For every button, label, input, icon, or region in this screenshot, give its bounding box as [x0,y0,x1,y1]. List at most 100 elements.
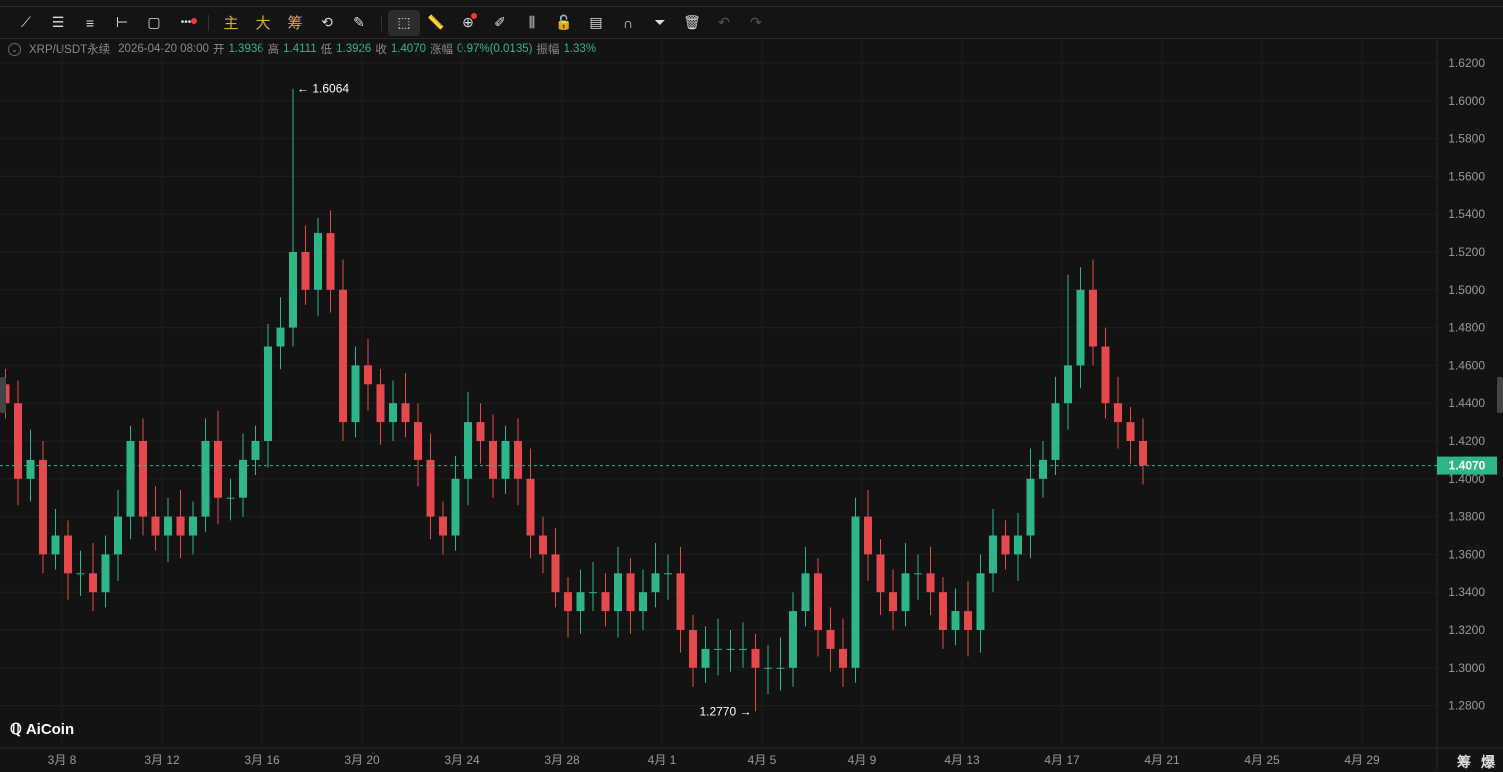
pen-magnet-icon[interactable]: ✎ [343,10,375,36]
candle-body [964,611,972,630]
candle-body [1101,346,1110,404]
x-tick-label: 4月 13 [944,753,980,767]
candle-body [926,573,935,593]
candlestick-chart[interactable]: 1.6200 1.6000 1.5800 1.5600 1.5400 1.5200 1.50… [0,40,1503,770]
notification-dot [471,12,477,19]
more-icon[interactable]: ••• [170,10,202,36]
candle-body [676,573,685,630]
y-tick-label: 1.5200 [1448,245,1485,259]
liquidation-button[interactable]: 爆 [1481,752,1495,772]
candle-body [951,611,960,630]
chips-button[interactable]: 筹 [1457,752,1471,772]
left-panel-handle[interactable] [0,377,6,413]
y-tick-label: 1.5000 [1448,283,1485,297]
candle-body [164,516,172,536]
y-tick-label: 1.2800 [1448,699,1485,713]
candle-body [101,554,110,593]
redo-icon[interactable]: ↷ [740,10,772,36]
candle-body [351,365,360,423]
candle-body [126,441,135,517]
candle-body [389,403,397,423]
brush-icon[interactable]: ✐ [484,10,516,36]
y-tick-label: 1.6200 [1448,56,1485,70]
sync-draw-icon[interactable]: ⟲ [311,10,343,36]
candle-body [1014,535,1022,555]
candle-body [276,327,285,347]
lock-icon[interactable]: 🔓 [548,10,580,36]
min-price-label: 1.2770 → [699,704,751,718]
candle-body [451,478,460,536]
x-tick-label: 3月 28 [544,753,580,767]
candle-body [751,648,760,668]
trendline-icon[interactable]: ⟋ [10,10,42,36]
y-tick-label: 1.4200 [1448,434,1485,448]
parallel-lines-icon[interactable]: ☰ [42,10,74,36]
x-tick-label: 4月 29 [1344,753,1380,767]
candle-body [301,252,310,290]
candle-body [714,648,722,650]
indicator-button-2[interactable]: 筹 [279,10,311,36]
candle-body [551,554,560,593]
candle-body [1114,403,1122,423]
candle-body [689,630,697,668]
y-tick-label: 1.3000 [1448,661,1485,675]
horizontal-lines-icon[interactable]: ≡ [74,10,106,36]
candle-body [189,516,197,536]
x-tick-label: 3月 16 [244,753,280,767]
candle-body [526,478,535,536]
undo-icon[interactable]: ↶ [708,10,740,36]
candle-body [226,497,235,499]
last-price-label: 1.4070 [1449,459,1486,473]
candles-icon[interactable]: ⫼ [516,10,548,36]
candle-body [664,573,672,575]
candle-body [314,233,322,290]
candle-body [826,630,835,649]
rectangle-icon[interactable]: ▢ [138,10,170,36]
candle-body [1039,459,1047,479]
max-price-label: ← 1.6064 [297,82,349,96]
indicator-button-1[interactable]: 大 [247,10,279,36]
y-tick-label: 1.5400 [1448,207,1485,221]
bottom-right-buttons: 筹 爆 [1457,752,1495,772]
candle-body [14,403,22,479]
toolbar-divider [208,14,209,31]
candle-body [414,422,422,460]
ruler-icon[interactable]: 📏 [420,10,452,36]
y-tick-label: 1.4400 [1448,396,1485,410]
candle-body [251,441,260,460]
candle-body [1139,441,1147,466]
magnet-icon[interactable]: ∩ [612,10,644,36]
trash-icon[interactable]: 🗑 [676,10,708,36]
candle-body [626,573,635,612]
indicator-button-0[interactable]: 主 [215,10,247,36]
candle-body [114,516,122,555]
candle-body [564,592,572,612]
candle-body [76,573,85,575]
horizontal-ray-icon[interactable]: ⊢ [106,10,138,36]
candle-body [914,573,922,575]
y-tick-label: 1.5800 [1448,132,1485,146]
candle-body [326,233,335,290]
candle-body [26,459,35,479]
candle-body [1064,365,1072,404]
candle-body [901,573,910,612]
candle-body [601,592,610,612]
candle-body [839,648,847,668]
candle-body [1026,478,1035,536]
candle-body [1001,535,1010,555]
select-icon[interactable]: ⬚ [388,9,420,36]
notes-icon[interactable]: ▤ [580,10,612,36]
x-tick-label: 3月 24 [444,753,480,767]
zoom-icon[interactable]: ⊕ [452,10,484,36]
candle-body [289,252,297,328]
candle-body [739,648,747,650]
y-tick-label: 1.5600 [1448,169,1485,183]
candle-body [439,516,447,536]
x-tick-label: 4月 17 [1044,753,1080,767]
filter-icon[interactable]: ⏷ [644,10,676,36]
candle-body [989,535,997,574]
candle-body [726,648,735,650]
right-panel-handle[interactable] [1497,377,1503,413]
candle-body [889,592,897,612]
y-tick-label: 1.3600 [1448,547,1485,561]
